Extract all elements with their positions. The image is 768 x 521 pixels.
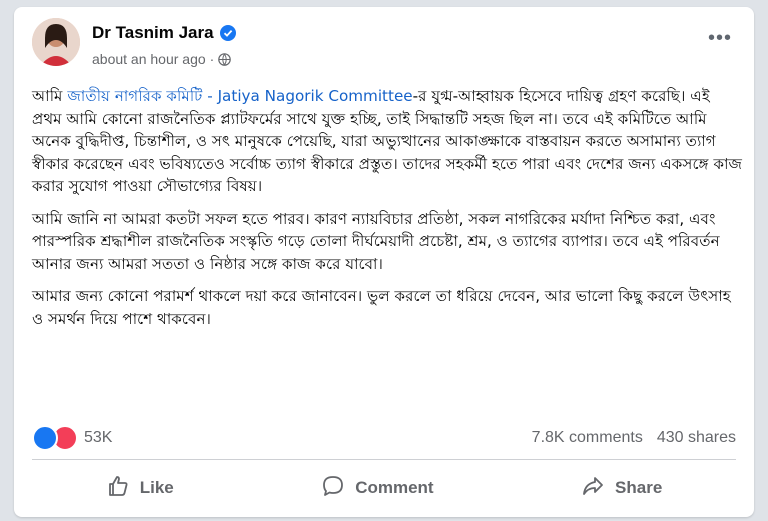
post-paragraph-2: আমি জানি না আমরা কতটা সফল হতে পারব। কারণ… <box>32 209 720 273</box>
author-avatar[interactable] <box>32 18 80 66</box>
like-label: Like <box>139 478 174 497</box>
comment-button[interactable]: Comment <box>281 468 473 509</box>
post-timestamp[interactable]: about an hour ago <box>92 51 206 67</box>
post-card: Dr Tasnim Jara about an hour ago · ••• আ… <box>14 7 754 517</box>
mention-link-en[interactable]: Jatiya Nagorik Committee <box>218 87 413 105</box>
post-body: আমি জাতীয় নাগরিক কমিটি - Jatiya Nagorik… <box>32 85 744 340</box>
share-button[interactable]: Share <box>541 468 702 509</box>
verified-badge-icon <box>219 25 236 41</box>
mention-link-bn[interactable]: জাতীয় নাগরিক কমিটি <box>67 87 202 105</box>
post-paragraph-3: আমার জন্য কোনো পরামর্শ থাকলে দয়া করে জা… <box>32 287 731 328</box>
author-name-row: Dr Tasnim Jara <box>92 23 236 43</box>
comment-icon <box>321 474 345 503</box>
post-header: Dr Tasnim Jara about an hour ago · ••• <box>14 7 754 79</box>
post-meta: about an hour ago · <box>92 51 232 67</box>
globe-icon <box>218 52 232 66</box>
more-options-button[interactable]: ••• <box>708 28 732 48</box>
comment-count[interactable]: 7.8K comments <box>532 429 643 447</box>
divider <box>32 459 736 460</box>
comment-label: Comment <box>355 478 434 497</box>
action-bar: Like Comment Share <box>32 465 736 511</box>
share-icon <box>581 474 605 503</box>
like-button[interactable]: Like <box>66 468 214 509</box>
like-reaction-icon <box>32 425 58 451</box>
reactions-summary[interactable]: 53K <box>32 425 112 451</box>
post-stats: 53K 7.8K comments 430 shares <box>32 425 736 451</box>
author-name[interactable]: Dr Tasnim Jara <box>92 23 214 43</box>
thumbs-up-icon <box>106 474 130 503</box>
reaction-count[interactable]: 53K <box>84 429 112 447</box>
share-count[interactable]: 430 shares <box>657 429 736 447</box>
share-label: Share <box>615 478 663 497</box>
post-paragraph-1: আমি জাতীয় নাগরিক কমিটি - Jatiya Nagorik… <box>32 87 743 195</box>
